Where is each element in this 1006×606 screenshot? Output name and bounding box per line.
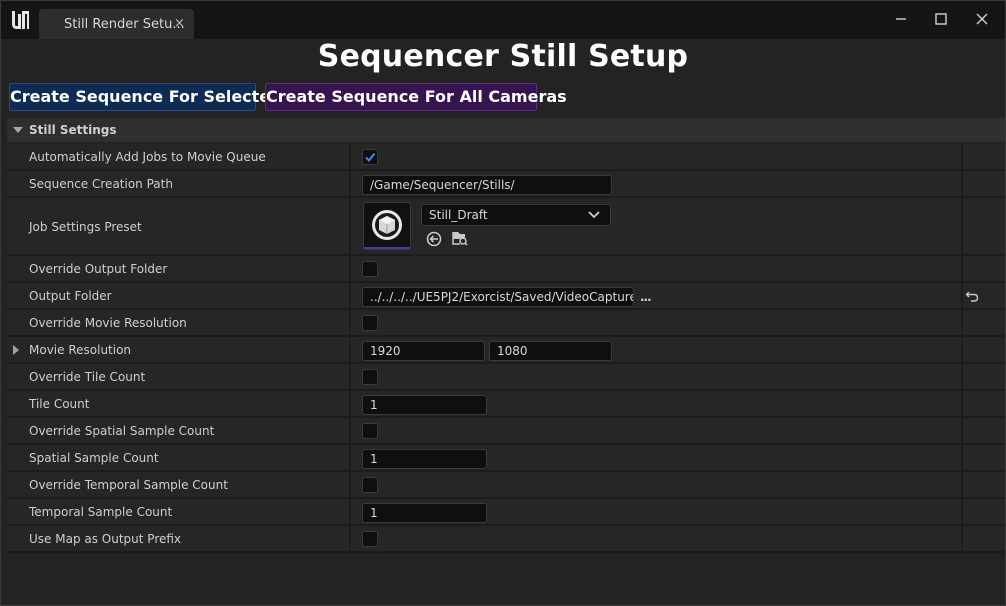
property-row-auto-add-jobs: Automatically Add Jobs to Movie Queue (7, 144, 1005, 171)
property-row-override-output-folder: Override Output Folder (7, 256, 1005, 283)
expand-arrow-icon[interactable] (13, 345, 19, 355)
property-label: Override Movie Resolution (29, 316, 187, 330)
reset-to-default-icon[interactable] (965, 289, 979, 303)
page-title: Sequencer Still Setup (317, 39, 689, 74)
resolution-y-input[interactable]: 1080 (489, 341, 612, 361)
property-label: Automatically Add Jobs to Movie Queue (29, 150, 266, 164)
property-label: Movie Resolution (29, 343, 132, 357)
property-label: Sequence Creation Path (29, 177, 173, 191)
map-prefix-checkbox[interactable] (362, 531, 378, 547)
property-label: Override Temporal Sample Count (29, 478, 228, 492)
unreal-logo-icon[interactable] (8, 8, 32, 32)
browse-output-folder-button[interactable]: ... (640, 290, 652, 304)
property-row-map-prefix: Use Map as Output Prefix (7, 526, 1005, 553)
section-label: Still Settings (29, 123, 117, 137)
tab-still-render-setup[interactable]: Still Render Setu... × (39, 9, 194, 39)
checkmark-icon (365, 152, 376, 163)
create-sequence-all-cameras-button[interactable]: Create Sequence For All Cameras (265, 83, 567, 111)
name-value-splitter[interactable] (349, 144, 351, 553)
create-sequence-selected-button[interactable]: Create Sequence For Selected (9, 83, 282, 111)
reset-column-divider (961, 144, 963, 553)
property-row-spatial-count: Spatial Sample Count 1 (7, 445, 1005, 472)
temporal-count-input[interactable]: 1 (362, 503, 487, 523)
maximize-icon (935, 13, 947, 25)
close-button[interactable] (967, 9, 997, 31)
preset-thumbnail[interactable] (363, 202, 411, 250)
details-panel: Automatically Add Jobs to Movie Queue Se… (7, 144, 1005, 554)
property-label: Output Folder (29, 289, 112, 303)
property-label: Override Tile Count (29, 370, 146, 384)
property-row-output-folder: Output Folder ../../../../UE5PJ2/Exorcis… (7, 283, 1005, 310)
override-resolution-checkbox[interactable] (362, 315, 378, 331)
title-bar: Still Render Setu... × (1, 1, 1005, 39)
property-row-override-temporal: Override Temporal Sample Count (7, 472, 1005, 499)
dropdown-value: Still_Draft (429, 208, 488, 222)
close-icon (976, 13, 988, 25)
output-folder-input[interactable]: ../../../../UE5PJ2/Exorcist/Saved/VideoC… (362, 287, 634, 307)
chevron-down-icon (588, 211, 600, 219)
spatial-count-input[interactable]: 1 (362, 449, 487, 469)
browse-folder-icon[interactable] (452, 230, 468, 246)
property-row-tile-count: Tile Count 1 (7, 391, 1005, 418)
job-preset-dropdown[interactable]: Still_Draft (421, 204, 611, 226)
property-label: Spatial Sample Count (29, 451, 159, 465)
property-label: Override Output Folder (29, 262, 168, 276)
override-tile-count-checkbox[interactable] (362, 369, 378, 385)
still-settings-section-header[interactable]: Still Settings (7, 118, 1005, 142)
property-label: Use Map as Output Prefix (29, 532, 182, 546)
override-temporal-checkbox[interactable] (362, 477, 378, 493)
property-label: Temporal Sample Count (29, 505, 173, 519)
collapse-arrow-icon[interactable] (13, 127, 23, 133)
override-output-folder-checkbox[interactable] (362, 261, 378, 277)
sequence-path-input[interactable]: /Game/Sequencer/Stills/ (362, 175, 612, 195)
property-label: Job Settings Preset (29, 220, 142, 234)
still-render-setup-window: Still Render Setu... × Sequencer Still S… (0, 0, 1006, 606)
property-row-override-resolution: Override Movie Resolution (7, 310, 1005, 337)
tile-count-input[interactable]: 1 (362, 395, 487, 415)
minimize-icon (896, 18, 906, 20)
use-selected-arrow-icon[interactable] (426, 231, 442, 247)
property-row-override-spatial: Override Spatial Sample Count (7, 418, 1005, 445)
tab-label: Still Render Setu... (64, 17, 185, 32)
property-row-movie-resolution: Movie Resolution 1920 1080 (7, 337, 1005, 364)
tab-close-icon[interactable]: × (174, 16, 185, 31)
maximize-button[interactable] (926, 9, 956, 31)
property-row-override-tile-count: Override Tile Count (7, 364, 1005, 391)
cube-asset-icon (372, 210, 402, 240)
auto-add-jobs-checkbox[interactable] (362, 149, 378, 165)
property-row-sequence-path: Sequence Creation Path /Game/Sequencer/S… (7, 171, 1005, 198)
property-row-temporal-count: Temporal Sample Count 1 (7, 499, 1005, 526)
override-spatial-checkbox[interactable] (362, 423, 378, 439)
property-row-job-preset: Job Settings Preset Still_Draft (7, 198, 1005, 256)
minimize-button[interactable] (886, 9, 916, 31)
property-label: Override Spatial Sample Count (29, 424, 215, 438)
property-label: Tile Count (29, 397, 90, 411)
asset-type-bar (364, 247, 410, 249)
resolution-x-input[interactable]: 1920 (362, 341, 485, 361)
